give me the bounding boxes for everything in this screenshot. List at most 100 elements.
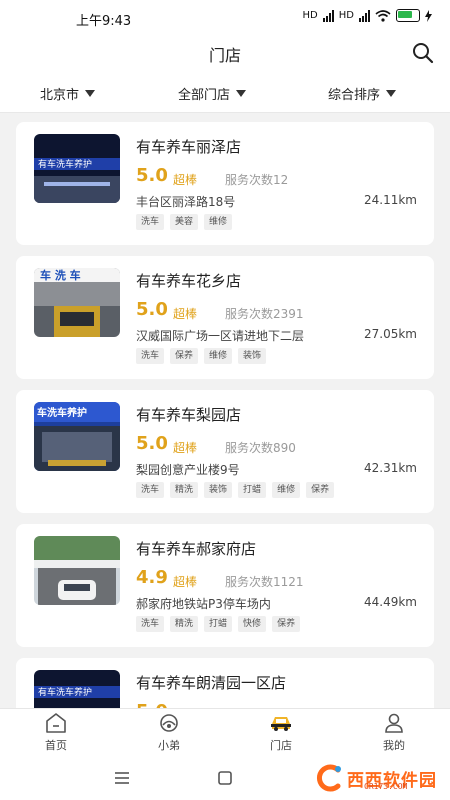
store-name: 有车养车花乡店 — [136, 272, 242, 290]
store-photo — [34, 536, 120, 605]
rating-badge: 超棒 — [173, 441, 198, 455]
service-tag: 保养 — [272, 616, 301, 632]
sign-text: 有车洗车养护 — [38, 686, 92, 698]
dropdown-arrow-icon — [386, 90, 397, 97]
user-icon — [385, 713, 403, 733]
store-distance: 42.31km — [364, 461, 417, 475]
city-filter-label: 北京市 — [40, 88, 80, 103]
status-icons: HD HD — [303, 9, 432, 22]
service-tag: 装饰 — [238, 348, 267, 364]
store-list: 有车洗车养护 有车养车丽泽店 5.0 超棒 服务次数12 丰台区丽泽路18号 2… — [16, 122, 434, 792]
home-square-icon[interactable] — [218, 771, 232, 785]
watermark-url: CR173.COM — [364, 782, 408, 791]
service-count: 服务次数1121 — [225, 575, 304, 589]
store-card[interactable]: 有车洗车养护 有车养车丽泽店 5.0 超棒 服务次数12 丰台区丽泽路18号 2… — [16, 122, 434, 245]
service-tag: 装饰 — [204, 482, 233, 498]
status-bar: 上午9:43 HD HD — [0, 0, 450, 36]
service-count: 服务次数12 — [225, 173, 289, 187]
service-tags: 洗车 精洗 装饰 打蜡 维修 保养 — [136, 482, 335, 498]
service-tags: 洗车 美容 维修 — [136, 214, 233, 230]
helper-icon — [160, 714, 178, 732]
store-card[interactable]: 有车养车郝家府店 4.9 超棒 服务次数1121 郝家府地铁站P3停车场内 44… — [16, 524, 434, 647]
store-address: 郝家府地铁站P3停车场内 — [136, 597, 271, 611]
rating-badge: 超棒 — [173, 173, 198, 187]
service-tag: 保养 — [306, 482, 335, 498]
service-tag: 打蜡 — [238, 482, 267, 498]
service-tag: 快修 — [238, 616, 267, 632]
tab-xiaodi[interactable]: 小弟 — [139, 713, 199, 753]
tab-profile-label: 我的 — [383, 739, 405, 752]
store-photo: 车洗车养护 — [34, 402, 120, 471]
service-tag: 洗车 — [136, 214, 165, 230]
service-tag: 打蜡 — [204, 616, 233, 632]
bottom-tab-bar: 首页 小弟 门店 我的 — [0, 708, 450, 759]
store-rating: 4.9 — [136, 567, 168, 588]
home-icon — [46, 713, 66, 733]
store-rating: 5.0 — [136, 165, 168, 186]
store-name: 有车养车郝家府店 — [136, 540, 257, 558]
store-card[interactable]: 车洗车养护 有车养车梨园店 5.0 超棒 服务次数890 梨园创意产业楼9号 4… — [16, 390, 434, 513]
sign-text: 车洗车养护 — [37, 406, 87, 419]
signal-icon-2 — [359, 9, 370, 22]
sign-text: 车 洗 车 — [40, 268, 81, 282]
tab-home-label: 首页 — [45, 739, 67, 752]
service-tag: 精洗 — [170, 482, 199, 498]
service-tag: 精洗 — [170, 616, 199, 632]
service-tag: 保养 — [170, 348, 199, 364]
charging-icon — [425, 9, 432, 22]
sign-text: 有车洗车养护 — [38, 158, 92, 170]
store-card[interactable]: 车 洗 车 有车养车花乡店 5.0 超棒 服务次数2391 汉威国际广场一区请进… — [16, 256, 434, 379]
status-time: 上午9:43 — [76, 14, 132, 29]
store-address: 丰台区丽泽路18号 — [136, 195, 236, 209]
store-type-filter-label: 全部门店 — [178, 88, 231, 103]
tab-profile[interactable]: 我的 — [364, 713, 424, 753]
battery-icon — [396, 9, 420, 22]
search-button[interactable] — [410, 40, 436, 66]
header: 门店 — [0, 36, 450, 72]
store-photo: 有车洗车养护 — [34, 134, 120, 203]
store-photo: 车 洗 车 — [34, 268, 120, 337]
service-tags: 洗车 精洗 打蜡 快修 保养 — [136, 616, 301, 632]
service-tags: 洗车 保养 维修 装饰 — [136, 348, 267, 364]
service-tag: 洗车 — [136, 348, 165, 364]
service-tag: 美容 — [170, 214, 199, 230]
tab-home[interactable]: 首页 — [26, 713, 86, 753]
network-type-label-2: HD — [338, 10, 354, 21]
store-distance: 24.11km — [364, 193, 417, 207]
store-name: 有车养车朗清园一区店 — [136, 674, 287, 692]
tab-stores-label: 门店 — [270, 739, 292, 752]
wifi-icon — [375, 9, 391, 22]
store-rating: 5.0 — [136, 299, 168, 320]
service-count: 服务次数890 — [225, 441, 296, 455]
store-name: 有车养车梨园店 — [136, 406, 242, 424]
rating-badge: 超棒 — [173, 307, 198, 321]
service-tag: 维修 — [204, 214, 233, 230]
menu-icon[interactable] — [115, 772, 129, 784]
page-title: 门店 — [208, 46, 241, 65]
dropdown-arrow-icon — [85, 90, 96, 97]
service-tag: 洗车 — [136, 616, 165, 632]
sort-filter[interactable]: 综合排序 — [328, 84, 397, 103]
tab-xiaodi-label: 小弟 — [158, 739, 180, 752]
store-address: 梨园创意产业楼9号 — [136, 463, 240, 477]
service-tag: 维修 — [204, 348, 233, 364]
city-filter[interactable]: 北京市 — [40, 84, 96, 103]
watermark-logo: 西西软件园 CR173.COM — [314, 762, 440, 794]
store-type-filter[interactable]: 全部门店 — [178, 84, 247, 103]
store-name: 有车养车丽泽店 — [136, 138, 242, 156]
service-count: 服务次数2391 — [225, 307, 304, 321]
tab-stores[interactable]: 门店 — [251, 713, 311, 753]
filter-bar: 北京市 全部门店 综合排序 — [0, 72, 450, 113]
store-distance: 27.05km — [364, 327, 417, 341]
store-address: 汉威国际广场一区请进地下二层 — [136, 329, 305, 343]
store-distance: 44.49km — [364, 595, 417, 609]
watermark-c-icon — [317, 764, 341, 792]
car-icon — [271, 717, 291, 731]
service-tag: 洗车 — [136, 482, 165, 498]
dropdown-arrow-icon — [236, 90, 247, 97]
signal-icon — [322, 9, 334, 22]
network-type-label: HD — [302, 10, 318, 21]
rating-badge: 超棒 — [173, 575, 198, 589]
store-rating: 5.0 — [136, 433, 168, 454]
sort-filter-label: 综合排序 — [328, 88, 381, 103]
